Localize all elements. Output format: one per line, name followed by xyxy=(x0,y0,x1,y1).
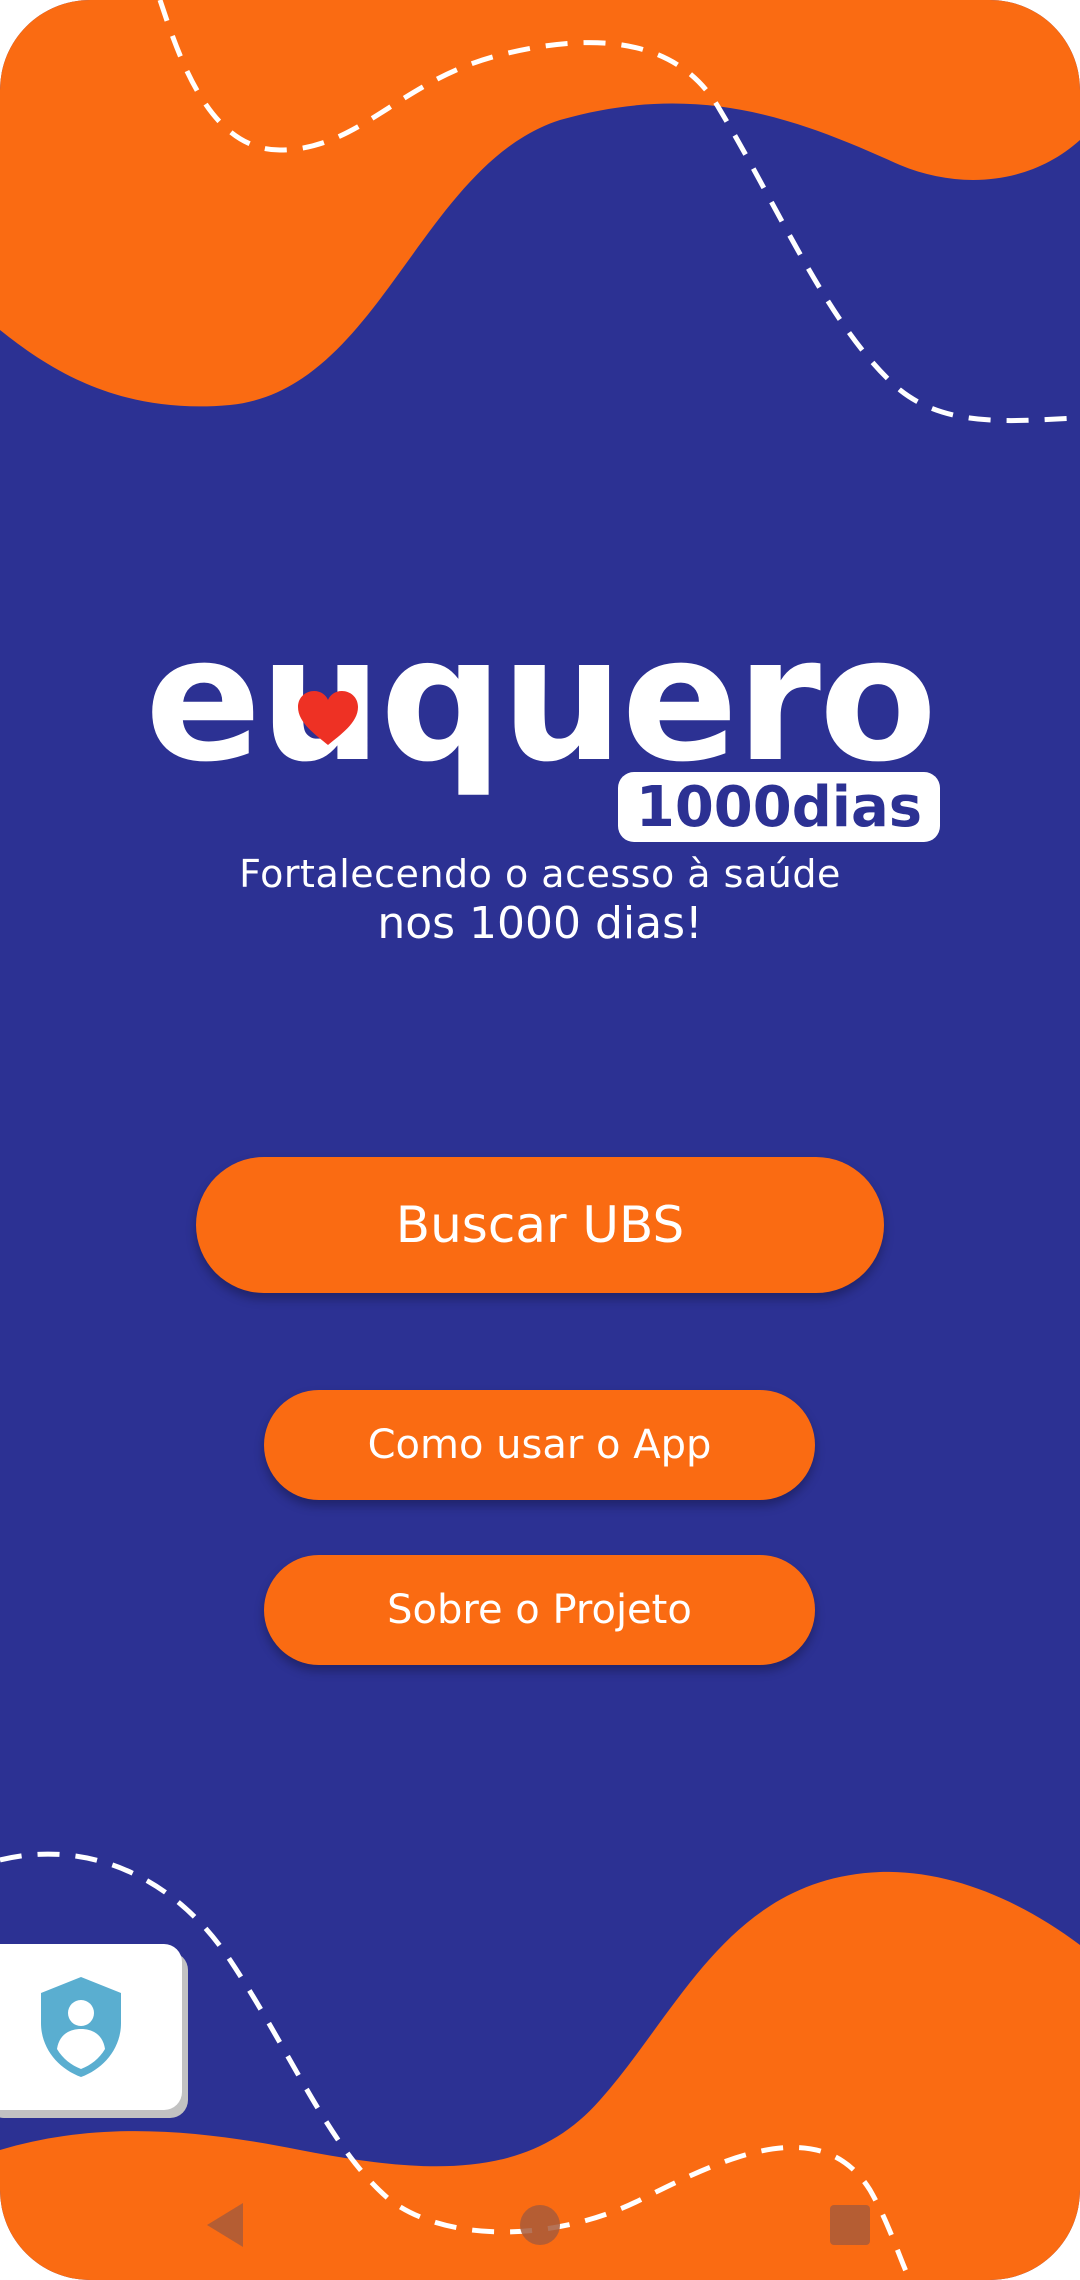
nav-recents-icon[interactable] xyxy=(815,2190,885,2260)
logo-wordmark: euquero xyxy=(144,599,937,800)
nav-back-icon[interactable] xyxy=(190,2190,260,2260)
logo-badge: 1000dias xyxy=(618,772,940,842)
app-screen: euquero 1000dias Fortalecendo o acesso à… xyxy=(0,0,1080,2280)
tagline-line1: Fortalecendo o acesso à saúde xyxy=(239,852,841,896)
tagline-line2: nos 1000 dias! xyxy=(377,898,703,949)
top-wave xyxy=(0,0,1080,407)
heart-icon xyxy=(288,678,368,758)
shield-user-icon xyxy=(41,1977,121,2077)
nav-home-icon[interactable] xyxy=(505,2190,575,2260)
privacy-button[interactable] xyxy=(0,1944,182,2110)
about-project-button[interactable]: Sobre o Projeto xyxy=(264,1555,815,1665)
system-navigation-bar xyxy=(0,2170,1080,2280)
how-to-use-button[interactable]: Como usar o App xyxy=(264,1390,815,1500)
app-logo: euquero 1000dias xyxy=(130,600,950,860)
search-ubs-button[interactable]: Buscar UBS xyxy=(196,1157,884,1293)
background-decoration xyxy=(0,0,1080,2280)
